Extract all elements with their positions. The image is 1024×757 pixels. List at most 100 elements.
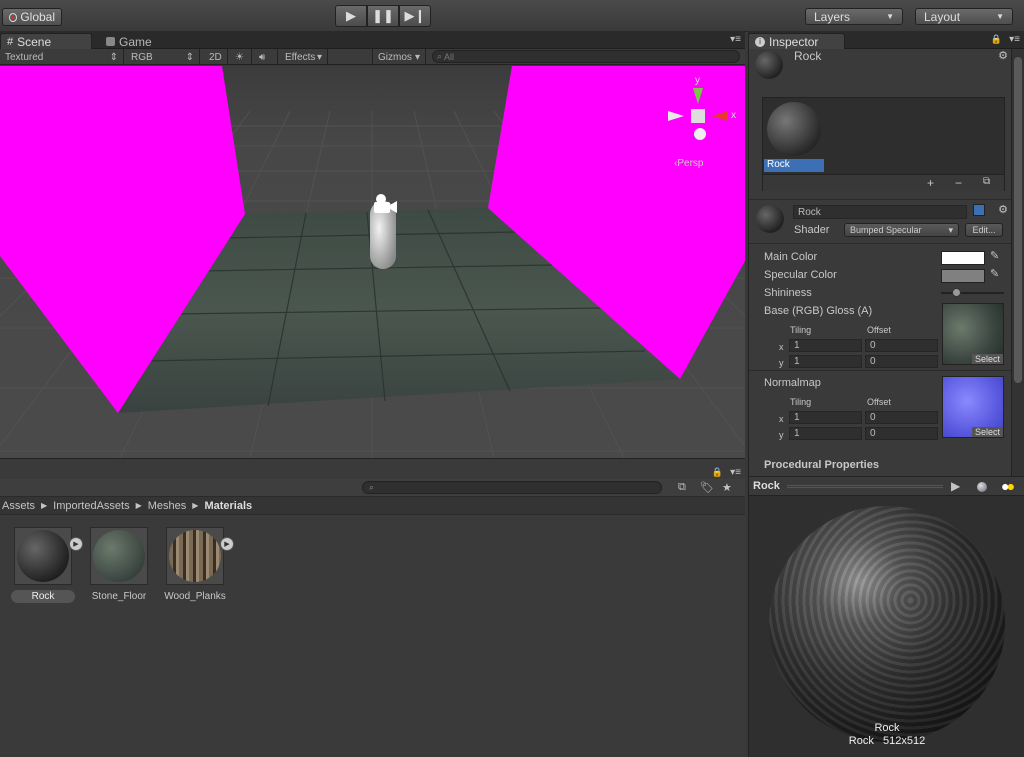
game-icon: [106, 37, 115, 46]
material-preview[interactable]: Rock Rock 512x512: [748, 496, 1024, 757]
material-name-field[interactable]: Rock: [793, 205, 967, 219]
base-texture-label: Base (RGB) Gloss (A): [764, 305, 873, 317]
audio-toggle[interactable]: 🔊︎: [254, 49, 278, 65]
lock-icon[interactable]: 🔒: [712, 467, 723, 478]
toggle-2d-button[interactable]: 2D: [204, 49, 228, 65]
shininess-slider-track[interactable]: [941, 292, 1004, 294]
normal-tiling-y-field[interactable]: 1: [789, 427, 862, 440]
expand-play-icon[interactable]: ▶: [220, 537, 234, 551]
gizmos-dropdown[interactable]: Gizmos ▾: [372, 49, 426, 65]
render-mode-dropdown[interactable]: Textured ⇕: [0, 49, 124, 65]
chevron-down-icon: ▾: [948, 224, 953, 235]
help-book-icon[interactable]: [973, 204, 985, 216]
pause-button[interactable]: ❚❚: [367, 5, 399, 27]
tab-inspector[interactable]: i Inspector: [748, 33, 845, 50]
chevron-right-icon: ▶: [135, 501, 142, 510]
main-color-label: Main Color: [764, 251, 818, 263]
play-icon[interactable]: ▶: [951, 479, 960, 493]
add-icon[interactable]: +: [927, 176, 934, 190]
lights-icon[interactable]: [1001, 482, 1015, 492]
tab-menu-icon[interactable]: ▾≡: [1009, 34, 1020, 45]
normal-offset-x-field[interactable]: 0: [865, 411, 938, 424]
specular-color-swatch[interactable]: [941, 269, 985, 283]
normal-offset-y-field[interactable]: 0: [865, 427, 938, 440]
base-offset-x-field[interactable]: 0: [865, 339, 938, 352]
x-label: x: [779, 414, 784, 424]
grid-icon: #: [7, 36, 14, 48]
chevron-down-icon: ▼: [886, 12, 894, 21]
gear-icon[interactable]: ⚙: [998, 203, 1008, 216]
shininess-slider-thumb[interactable]: [952, 288, 961, 297]
preview-tile-label[interactable]: Rock: [764, 159, 824, 172]
favorite-icon[interactable]: ★: [722, 481, 732, 494]
select-normalmap-button[interactable]: Select: [971, 427, 1003, 437]
normal-tiling-x-field[interactable]: 1: [789, 411, 862, 424]
tab-scene[interactable]: # Scene: [0, 33, 92, 50]
layout-dropdown[interactable]: Layout ▼: [915, 8, 1013, 25]
remove-icon[interactable]: −: [955, 176, 962, 190]
y-label: y: [779, 358, 784, 368]
gizmo-x-label: x: [731, 110, 736, 121]
step-button[interactable]: ▶❙: [399, 5, 431, 27]
scene-viewport[interactable]: y x ‹Persp: [0, 66, 745, 458]
layout-label: Layout: [924, 9, 961, 24]
scene-search-input[interactable]: ⌕ All: [432, 50, 740, 63]
breadcrumb-item[interactable]: Assets: [2, 500, 35, 512]
project-search-input[interactable]: ⌕: [362, 481, 662, 494]
tag-icon[interactable]: 🏷︎: [700, 481, 714, 494]
preview-caption-name: Rock: [874, 722, 900, 734]
asset-grid: Rock ▶ Stone_Floor Wood_Planks ▶: [0, 515, 745, 757]
offset-label: Offset: [867, 325, 891, 335]
tab-game[interactable]: Game: [100, 33, 170, 50]
preview-tile-sphere[interactable]: [767, 102, 821, 156]
pivot-icon: [9, 12, 18, 22]
shader-dropdown[interactable]: Bumped Specular ▾: [844, 223, 959, 237]
shininess-label: Shininess: [764, 287, 812, 299]
playback-controls: ▶ ❚❚ ▶❙: [335, 5, 431, 27]
select-base-texture-button[interactable]: Select: [971, 354, 1003, 364]
tab-menu-icon[interactable]: ▾≡: [730, 34, 741, 45]
specular-color-label: Specular Color: [764, 269, 837, 281]
tiling-label: Tiling: [790, 325, 812, 335]
breadcrumb-item-current[interactable]: Materials: [204, 500, 252, 512]
duplicate-icon[interactable]: ⧉: [983, 176, 990, 187]
gizmos-label: Gizmos: [378, 51, 412, 63]
lock-icon[interactable]: 🔒: [991, 34, 1002, 45]
chevron-updown-icon: ⇕: [109, 51, 118, 63]
shader-label: Shader: [794, 224, 830, 236]
normalmap-texture-slot[interactable]: Select: [942, 376, 1004, 438]
eyedropper-icon[interactable]: ✎: [990, 267, 999, 280]
breadcrumb-item[interactable]: Meshes: [148, 500, 187, 512]
base-offset-y-field[interactable]: 0: [865, 355, 938, 368]
procedural-properties-header[interactable]: Procedural Properties: [764, 459, 879, 471]
asset-item-rock[interactable]: Rock: [11, 527, 75, 603]
base-tiling-x-field[interactable]: 1: [789, 339, 862, 352]
base-tiling-y-field[interactable]: 1: [789, 355, 862, 368]
play-button[interactable]: ▶: [335, 5, 367, 27]
sphere-mesh-icon[interactable]: [977, 482, 987, 492]
asset-item-stone-floor[interactable]: Stone_Floor: [87, 527, 151, 603]
chevron-right-icon: ▶: [192, 501, 199, 510]
inspector-scrollbar[interactable]: [1011, 49, 1024, 476]
gear-icon[interactable]: ⚙: [998, 49, 1008, 62]
tab-menu-icon[interactable]: ▾≡: [730, 467, 741, 478]
lighting-toggle[interactable]: ☀: [230, 49, 252, 65]
main-color-swatch[interactable]: [941, 251, 985, 265]
breadcrumb-item[interactable]: ImportedAssets: [53, 500, 129, 512]
effects-dropdown[interactable]: Effects ▾: [280, 49, 328, 65]
preview-sphere: [769, 506, 1005, 742]
scrollbar-thumb[interactable]: [1014, 57, 1022, 383]
color-mode-dropdown[interactable]: RGB ⇕: [126, 49, 200, 65]
tab-game-label: Game: [119, 34, 152, 49]
preview-title: Rock: [753, 480, 780, 492]
asset-item-wood-planks[interactable]: Wood_Planks: [163, 527, 227, 603]
global-toggle-button[interactable]: Global: [2, 8, 62, 26]
eyedropper-icon[interactable]: ✎: [990, 249, 999, 262]
expand-play-icon[interactable]: ▶: [69, 537, 83, 551]
persp-label[interactable]: ‹Persp: [674, 158, 704, 169]
base-texture-slot[interactable]: Select: [942, 303, 1004, 365]
preview-drag-handle[interactable]: [787, 485, 943, 488]
filter-type-icon[interactable]: ⧉: [678, 481, 686, 494]
layers-dropdown[interactable]: Layers ▼: [805, 8, 903, 25]
edit-shader-button[interactable]: Edit...: [965, 223, 1003, 237]
